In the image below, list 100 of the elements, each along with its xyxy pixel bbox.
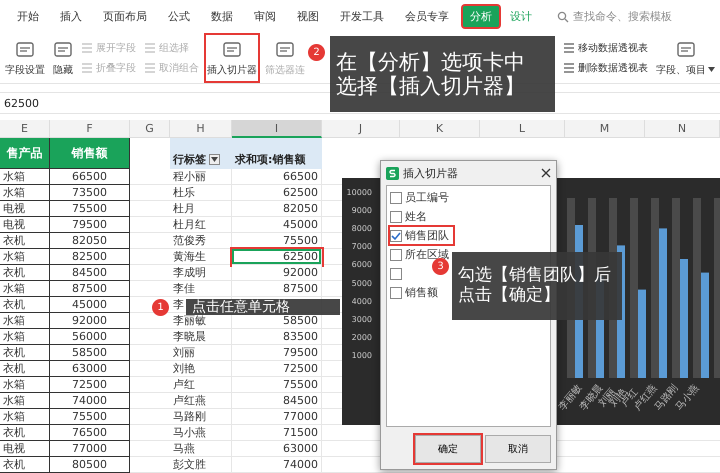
ribbon-button[interactable]: 字段、项目 [653, 33, 718, 84]
callout-text: 在【分析】选项卡中 [336, 50, 525, 74]
column-header[interactable]: K [400, 120, 480, 138]
table-cell: 电视 [0, 201, 50, 218]
callout-text: 点击【确定】 [458, 286, 560, 306]
table-cell: 衣机 [0, 425, 50, 442]
menu-tab[interactable]: 数据 [204, 6, 240, 28]
axis-label: 2000 [350, 332, 373, 342]
ribbon-button[interactable]: 删除数据透视表 [563, 61, 648, 76]
menu-tab[interactable]: 会员专享 [398, 6, 456, 28]
axis-label: 4000 [350, 296, 373, 306]
menu-tab[interactable]: 插入 [53, 6, 89, 28]
menu-tab[interactable]: 开始 [10, 6, 46, 28]
table-cell: 63000 [50, 361, 130, 378]
table-cell: 水箱 [0, 409, 50, 426]
table-cell: 73500 [50, 185, 130, 202]
table-cell: 75500 [50, 201, 130, 218]
pivot-header-label: 行标签 [173, 152, 206, 168]
checkbox[interactable] [390, 268, 402, 280]
table-cell: 82050 [50, 233, 130, 250]
table-cell: 杜月红 [170, 217, 232, 234]
menu-tab[interactable]: 审阅 [247, 6, 283, 28]
table-cell: 李成明 [170, 265, 232, 282]
table-cell: 衣机 [0, 457, 50, 473]
list-icon [81, 42, 93, 54]
close-icon[interactable] [541, 168, 551, 178]
table-cell: 水箱 [0, 249, 50, 266]
table-cell: 衣机 [0, 345, 50, 362]
menu-tab[interactable]: 开发工具 [333, 6, 391, 28]
table-cell: 58500 [50, 345, 130, 362]
column-header[interactable]: G [130, 120, 170, 138]
ribbon-button[interactable]: 移动数据透视表 [563, 41, 648, 56]
table-cell: 76500 [50, 425, 130, 442]
menu-tab[interactable]: 视图 [290, 6, 326, 28]
menu-tab[interactable]: 公式 [161, 6, 197, 28]
field-option[interactable]: 销售额 [390, 284, 442, 301]
table-cell: 92000 [50, 313, 130, 330]
dropdown-icon[interactable] [209, 154, 220, 166]
table-cell: 衣机 [0, 361, 50, 378]
column-header[interactable]: L [480, 120, 565, 138]
checkbox[interactable] [390, 248, 402, 260]
app-icon [386, 166, 399, 180]
table-cell: 刘丽 [170, 345, 232, 362]
table-cell: 电视 [0, 441, 50, 458]
list-icon [144, 42, 156, 54]
table-cell: 84500 [50, 265, 130, 282]
column-header[interactable]: J [322, 120, 400, 138]
ribbon-button[interactable]: 隐藏 [50, 33, 76, 84]
table-header: 售产品 [0, 138, 50, 170]
table-cell: 范俊秀 [170, 233, 232, 250]
column-header[interactable]: E [0, 120, 50, 138]
column-header[interactable]: H [170, 120, 232, 138]
dialog-button[interactable]: 取消 [485, 435, 551, 463]
table-cell: 电视 [0, 217, 50, 234]
table-cell: 马小燕 [170, 425, 232, 442]
dialog-title: 插入切片器 [403, 166, 458, 180]
list-icon [81, 62, 93, 74]
field-option[interactable]: 员工编号 [390, 189, 453, 206]
list-icon [144, 62, 156, 74]
table-cell: 87500 [50, 281, 130, 298]
column-header[interactable]: N [645, 120, 720, 138]
table-cell: 水箱 [0, 393, 50, 410]
ribbon-button[interactable]: 字段设置 [2, 33, 48, 84]
callout-text: 勾选【销售团队】后 [458, 266, 611, 286]
menu-tab[interactable]: 页面布局 [96, 6, 154, 28]
checkbox[interactable] [390, 230, 402, 242]
table-cell: 74000 [50, 393, 130, 410]
table-cell: 75500 [50, 409, 130, 426]
field-option[interactable]: 销售团队 [390, 227, 453, 244]
table-cell: 刘艳 [170, 361, 232, 378]
checkbox[interactable] [390, 210, 402, 222]
table-cell: 程小丽 [170, 169, 232, 186]
axis-label: 10000 [346, 188, 373, 197]
field-option[interactable]: 姓名 [390, 208, 431, 225]
column-header[interactable]: I [232, 120, 322, 138]
table-cell: 马路刚 [170, 409, 232, 426]
axis-label: 7000 [350, 242, 373, 252]
column-header[interactable]: F [50, 120, 130, 138]
table-cell: 杜月 [170, 201, 232, 218]
axis-label: 9000 [350, 206, 373, 216]
table-cell: 杜乐 [170, 185, 232, 202]
table-cell: 80500 [50, 457, 130, 473]
ribbon-button[interactable]: 插入切片器 [204, 33, 260, 84]
table-cell: 水箱 [0, 169, 50, 186]
table-cell: 卢红燕 [170, 393, 232, 410]
table-cell: 李佳 [170, 281, 232, 298]
table-cell[interactable]: 62500 [232, 249, 322, 266]
table-cell: 马燕 [170, 441, 232, 458]
table-cell: 李晓晨 [170, 329, 232, 346]
column-header[interactable]: M [565, 120, 645, 138]
checkbox[interactable] [390, 286, 402, 298]
table-cell: 衣机 [0, 233, 50, 250]
checkbox[interactable] [390, 192, 402, 204]
table-cell: 黄海生 [170, 249, 232, 266]
table-cell: 水箱 [0, 329, 50, 346]
axis-label: 1000 [350, 350, 373, 360]
axis-label: 5000 [350, 278, 373, 288]
table-cell: 李丽敏 [170, 313, 232, 330]
dialog-button[interactable]: 确定 [415, 435, 481, 463]
step-badge: 2 [308, 44, 325, 61]
